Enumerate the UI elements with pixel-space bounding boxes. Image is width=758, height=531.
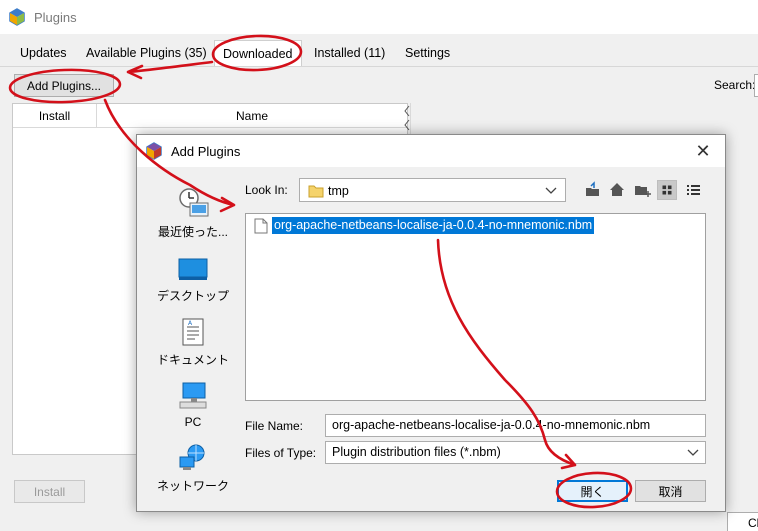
place-label: デスクトップ bbox=[156, 289, 229, 303]
tab-updates[interactable]: Updates bbox=[18, 40, 69, 66]
open-button[interactable]: 開く bbox=[557, 480, 628, 502]
column-header-name[interactable]: Name bbox=[97, 104, 407, 128]
up-one-level-icon[interactable] bbox=[583, 180, 603, 200]
window-titlebar: Plugins bbox=[0, 0, 758, 34]
dialog-titlebar: Add Plugins ✕ bbox=[137, 135, 725, 167]
list-item[interactable]: org-apache-netbeans-localise-ja-0.0.4-no… bbox=[254, 217, 595, 234]
files-of-type-combo[interactable]: Plugin distribution files (*.nbm) bbox=[325, 441, 706, 464]
netbeans-logo-icon bbox=[146, 142, 162, 160]
file-name-field[interactable]: org-apache-netbeans-localise-ja-0.0.4-no… bbox=[325, 414, 706, 437]
cancel-button[interactable]: 取消 bbox=[635, 480, 706, 502]
computer-icon bbox=[179, 382, 207, 409]
file-icon bbox=[254, 218, 268, 233]
place-label: ドキュメント bbox=[156, 353, 229, 367]
tab-installed[interactable]: Installed (11) bbox=[312, 40, 387, 66]
toolbar: Add Plugins... Search: bbox=[0, 70, 758, 102]
dialog-title: Add Plugins bbox=[171, 143, 241, 159]
place-label: PC bbox=[184, 415, 202, 429]
look-in-value: tmp bbox=[328, 184, 349, 198]
place-network[interactable]: ネットワーク bbox=[153, 443, 233, 494]
files-of-type-label: Files of Type: bbox=[245, 446, 317, 460]
tab-downloaded[interactable]: Downloaded bbox=[214, 40, 302, 66]
close-button[interactable]: Cl bbox=[727, 512, 758, 531]
close-icon[interactable]: ✕ bbox=[693, 141, 713, 161]
file-name: org-apache-netbeans-localise-ja-0.0.4-no… bbox=[272, 217, 595, 234]
desktop-icon bbox=[178, 258, 208, 280]
place-documents[interactable]: A ドキュメント bbox=[153, 317, 233, 368]
chevron-down-icon bbox=[545, 187, 557, 194]
place-label: ネットワーク bbox=[156, 479, 229, 493]
tab-available-plugins[interactable]: Available Plugins (35) bbox=[84, 40, 209, 66]
file-list[interactable]: org-apache-netbeans-localise-ja-0.0.4-no… bbox=[245, 213, 706, 401]
place-desktop[interactable]: デスクトップ bbox=[153, 257, 233, 304]
documents-icon: A bbox=[182, 318, 204, 346]
new-folder-icon[interactable] bbox=[633, 180, 653, 200]
netbeans-logo-icon bbox=[9, 8, 25, 26]
look-in-label: Look In: bbox=[245, 183, 288, 197]
search-label: Search: bbox=[714, 78, 756, 92]
folder-icon bbox=[308, 185, 324, 198]
chevron-down-icon bbox=[687, 449, 699, 456]
column-header-install[interactable]: Install bbox=[13, 104, 97, 128]
file-name-label: File Name: bbox=[245, 419, 304, 433]
tab-settings[interactable]: Settings bbox=[403, 40, 452, 66]
list-view-icon[interactable] bbox=[657, 180, 677, 200]
add-plugins-dialog: Add Plugins ✕ 最近使った... デスクトップ A ドキュメント P… bbox=[136, 134, 726, 512]
place-pc[interactable]: PC bbox=[153, 381, 233, 429]
recent-items-icon bbox=[179, 188, 209, 217]
add-plugins-button[interactable]: Add Plugins... bbox=[14, 74, 114, 97]
home-icon[interactable] bbox=[607, 180, 627, 200]
files-of-type-value: Plugin distribution files (*.nbm) bbox=[332, 445, 501, 459]
details-view-icon[interactable] bbox=[683, 180, 703, 200]
search-input[interactable] bbox=[754, 74, 758, 97]
install-button[interactable]: Install bbox=[14, 480, 85, 503]
place-recent[interactable]: 最近使った... bbox=[153, 187, 233, 240]
tab-bar: Updates Available Plugins (35) Downloade… bbox=[0, 40, 758, 66]
tab-divider bbox=[0, 66, 758, 67]
network-icon bbox=[179, 444, 205, 470]
place-label: 最近使った... bbox=[157, 225, 228, 239]
look-in-combo[interactable]: tmp bbox=[299, 178, 566, 202]
window-title: Plugins bbox=[34, 9, 77, 25]
